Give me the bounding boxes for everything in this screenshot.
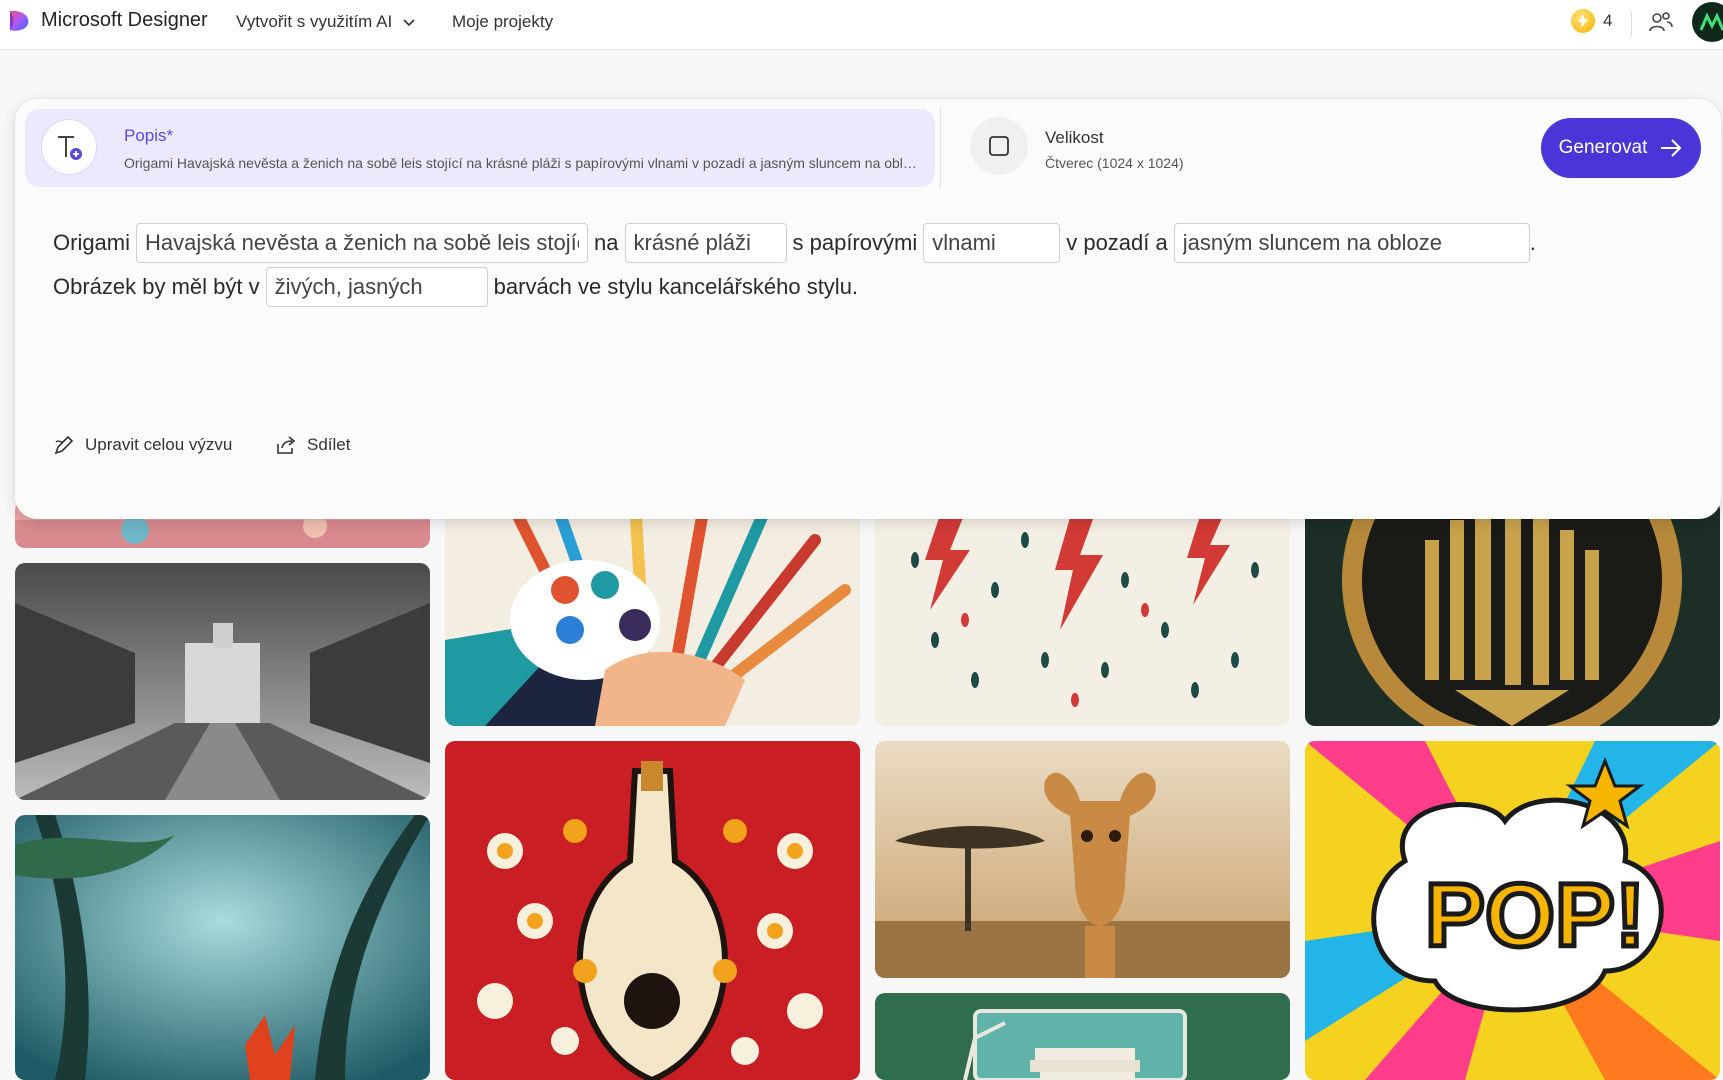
prompt-field-colors[interactable] [265, 267, 488, 307]
prompt-word: na [594, 230, 619, 255]
edit-label: Upravit celou výzvu [85, 435, 233, 454]
generate-label: Generovat [1558, 137, 1648, 158]
prompt-line-1: Origami na s papírovými v pozadí a . [53, 223, 1536, 263]
prompt-word: v pozadí a [1066, 230, 1168, 255]
nav-create-label: Vytvořit s využitím AI [236, 12, 393, 31]
prompt-panel: Popis* Origami Havajská nevěsta a ženich… [15, 99, 1721, 519]
size-selector[interactable] [970, 117, 1028, 175]
size-value: Čtverec (1024 x 1024) [1045, 155, 1184, 171]
gallery-image-giraffe[interactable] [875, 741, 1290, 978]
prompt-word: Origami [53, 230, 131, 255]
nav-create-with-ai[interactable]: Vytvořit s využitím AI [236, 12, 416, 32]
gallery-image-study-desk[interactable] [875, 993, 1290, 1080]
prompt-field-subject[interactable] [136, 223, 589, 263]
top-bar: Microsoft Designer Vytvořit s využitím A… [0, 0, 1723, 50]
prompt-word: Obrázek by měl být v [53, 274, 260, 299]
boost-credits[interactable]: 4 [1571, 9, 1612, 33]
app-title[interactable]: Microsoft Designer [41, 9, 208, 32]
gallery-image-misty-forest[interactable] [15, 815, 430, 1080]
gallery-image-folk-guitar[interactable] [445, 741, 860, 1080]
text-add-icon [58, 136, 82, 160]
description-icon-wrapper [41, 119, 97, 175]
svg-text:POP!: POP! [1425, 866, 1645, 966]
generate-button[interactable]: Generovat [1541, 118, 1701, 178]
description-preview: Origami Havajská nevěsta a ženich na sob… [124, 155, 924, 171]
edit-pen-icon [54, 435, 74, 455]
prompt-word: s papírovými [792, 230, 918, 255]
description-box[interactable]: Popis* Origami Havajská nevěsta a ženich… [25, 109, 935, 187]
boost-coin-icon [1571, 9, 1595, 33]
gallery-image-lightning-rain[interactable] [875, 500, 1290, 726]
prompt-field-background[interactable] [923, 223, 1061, 263]
panel-divider [940, 107, 941, 187]
edit-whole-prompt-button[interactable]: Upravit celou výzvu [53, 434, 232, 456]
gallery-image-art-deco-city[interactable] [1305, 500, 1720, 726]
gallery-image-rainy-street[interactable] [15, 563, 430, 800]
prompt-field-location[interactable] [624, 223, 787, 263]
nav-my-projects[interactable]: Moje projekty [452, 12, 553, 32]
description-label: Popis* [124, 126, 174, 145]
gallery-image-art-supplies[interactable] [445, 500, 860, 726]
share-icon [277, 436, 296, 454]
size-label: Velikost [1045, 128, 1104, 147]
nav-projects-label: Moje projekty [452, 12, 554, 31]
prompt-field-sky[interactable] [1173, 223, 1530, 263]
share-label: Sdílet [307, 435, 351, 454]
user-avatar[interactable] [1692, 2, 1723, 42]
arrow-right-icon [1661, 139, 1682, 157]
gallery-image-pop-art[interactable]: POP! [1305, 741, 1720, 1080]
chevron-down-icon [403, 19, 415, 27]
prompt-line-2: Obrázek by měl být v barvách ve stylu ka… [53, 267, 864, 307]
share-people-icon[interactable] [1648, 9, 1674, 35]
header-divider [1631, 11, 1632, 37]
square-size-icon [989, 136, 1009, 156]
prompt-word: . [1529, 230, 1536, 255]
credits-count: 4 [1603, 11, 1613, 30]
share-button[interactable]: Sdílet [275, 434, 350, 456]
prompt-word: barvách ve stylu kancelářského stylu. [493, 274, 859, 299]
designer-logo-icon[interactable] [6, 8, 32, 34]
